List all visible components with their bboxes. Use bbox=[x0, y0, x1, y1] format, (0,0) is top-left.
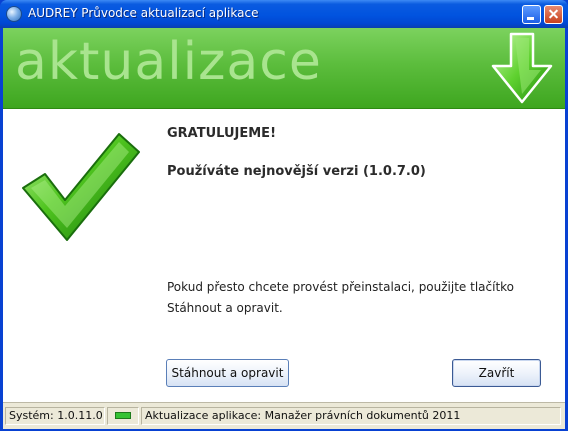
status-bar: Systém: 1.0.11.0 Aktualizace aplikace: M… bbox=[3, 402, 565, 429]
congratulations-heading: GRATULUJEME! bbox=[167, 126, 276, 141]
reinstall-info-line1: Pokud přesto chcete provést přeinstalaci… bbox=[167, 280, 515, 294]
reinstall-info-line2: Stáhnout a opravit. bbox=[167, 301, 283, 315]
app-window: AUDREY Průvodce aktualizací aplikace akt… bbox=[0, 0, 568, 431]
down-arrow-icon bbox=[491, 32, 553, 104]
status-led-icon bbox=[115, 412, 131, 419]
minimize-button[interactable] bbox=[522, 5, 541, 24]
header-banner: aktualizace bbox=[3, 28, 565, 109]
title-bar[interactable]: AUDREY Průvodce aktualizací aplikace bbox=[0, 0, 568, 28]
app-globe-icon[interactable] bbox=[6, 6, 22, 22]
banner-title: aktualizace bbox=[15, 32, 322, 92]
window-client-area: aktualizace GRATULUJEME! Používáte nejno… bbox=[3, 28, 565, 429]
version-message: Používáte nejnovější verzi (1.0.7.0) bbox=[167, 164, 426, 179]
system-version-text: Systém: 1.0.11.0 bbox=[9, 409, 103, 422]
status-indicator bbox=[107, 407, 139, 425]
status-system-version: Systém: 1.0.11.0 bbox=[5, 407, 105, 425]
download-and-repair-button[interactable]: Stáhnout a opravit bbox=[166, 359, 289, 387]
window-title: AUDREY Průvodce aktualizací aplikace bbox=[28, 6, 259, 20]
close-button[interactable]: Zavřít bbox=[452, 359, 541, 387]
status-message-text: Aktualizace aplikace: Manažer právních d… bbox=[145, 409, 461, 422]
status-message: Aktualizace aplikace: Manažer právních d… bbox=[141, 407, 561, 425]
checkmark-icon bbox=[22, 133, 140, 241]
close-window-button[interactable] bbox=[544, 5, 563, 24]
